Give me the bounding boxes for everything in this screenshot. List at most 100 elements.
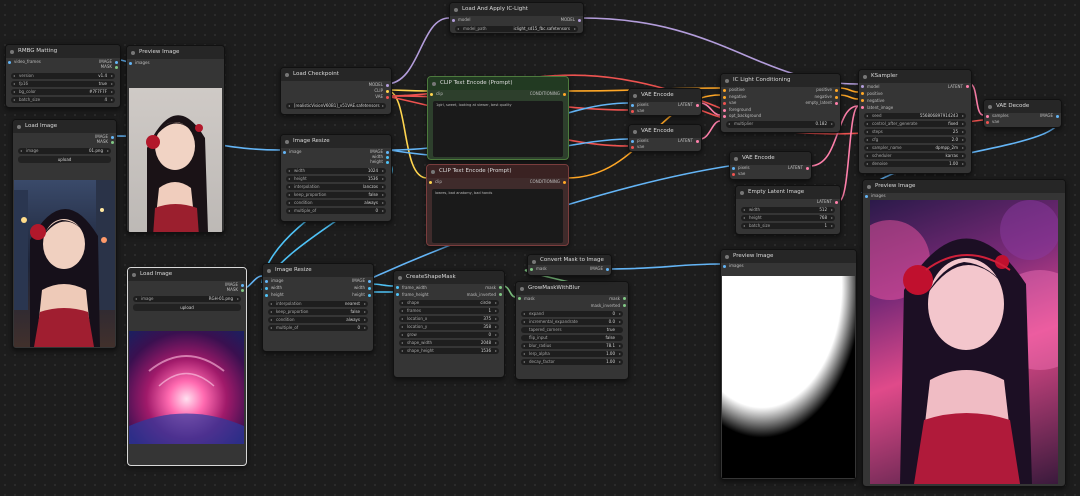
upload-button[interactable]: upload (18, 155, 111, 163)
node-clip-text-encode-positive[interactable]: CLIP Text Encode (Prompt) clip CONDITION… (427, 76, 569, 160)
input-socket[interactable] (723, 95, 726, 99)
widget-batch-size[interactable]: batch_size 1 (741, 222, 835, 229)
node-empty-latent-image[interactable]: Empty Latent Image LATENT width 512 heigh… (735, 185, 841, 235)
output-socket[interactable] (623, 304, 626, 307)
input-socket[interactable] (129, 61, 132, 65)
node-load-checkpoint[interactable]: Load Checkpoint MODEL CLIP VAE [realisti… (280, 67, 392, 115)
node-vae-encode-1[interactable]: VAE Encode pixels LATENT vae (628, 88, 702, 116)
node-image-resize[interactable]: Image Resize image IMAGE width height wi… (280, 134, 392, 222)
node-create-shape-mask[interactable]: CreateShapeMask frame_width mask frame_he… (393, 270, 505, 378)
widget-interpolation[interactable]: interpolation lanczos (286, 183, 386, 190)
widget-location-y[interactable]: location_y 358 (399, 323, 499, 330)
output-socket[interactable] (806, 166, 809, 170)
input-socket[interactable] (861, 92, 864, 95)
widget-height[interactable]: height 1536 (286, 175, 386, 182)
widget-cfg[interactable]: cfg 2.0 (864, 136, 966, 143)
widget-grow[interactable]: grow 0 (399, 331, 499, 338)
widget-width[interactable]: width 512 (741, 206, 835, 213)
output-socket[interactable] (563, 92, 566, 96)
widget-tapered-corners[interactable]: tapered_corners true (521, 326, 623, 333)
input-socket[interactable] (452, 18, 455, 22)
upload-button[interactable]: upload (133, 303, 241, 311)
input-socket[interactable] (530, 267, 533, 271)
output-socket[interactable] (835, 200, 838, 204)
output-socket[interactable] (111, 140, 114, 144)
node-preview-image-mask[interactable]: Preview Image images (720, 249, 857, 480)
widget-multiple-of[interactable]: multiple_of 0 (286, 207, 386, 214)
widget-flip-input[interactable]: flip_input false (521, 334, 623, 341)
input-socket[interactable] (723, 108, 726, 112)
input-socket[interactable] (865, 194, 868, 198)
output-socket[interactable] (368, 293, 371, 297)
input-socket[interactable] (631, 145, 634, 149)
widget-decay-factor[interactable]: decay_factor 1.00 (521, 358, 623, 365)
node-ic-light-conditioning[interactable]: IC Light Conditioning positive positive n… (720, 73, 841, 133)
widget-fp16[interactable]: fp16 true (11, 80, 115, 87)
output-socket[interactable] (499, 286, 502, 289)
input-socket[interactable] (723, 102, 726, 105)
input-socket[interactable] (861, 85, 864, 88)
output-socket[interactable] (835, 89, 838, 92)
input-socket[interactable] (430, 92, 433, 96)
input-socket[interactable] (518, 297, 521, 300)
output-socket[interactable] (241, 288, 244, 292)
input-socket[interactable] (631, 139, 634, 143)
node-convert-mask-to-image[interactable]: Convert Mask to Image mask IMAGE (527, 254, 612, 276)
input-socket[interactable] (861, 106, 864, 109)
input-socket[interactable] (396, 293, 399, 296)
input-socket[interactable] (631, 109, 634, 113)
widget-condition[interactable]: condition always (286, 199, 386, 206)
output-socket[interactable] (623, 297, 626, 300)
widget-multiple-of[interactable]: multiple_of 0 (268, 324, 368, 331)
widget-image[interactable]: image01.png (18, 147, 111, 154)
input-socket[interactable] (631, 103, 634, 107)
node-vae-encode-2[interactable]: VAE Encode pixels LATENT vae (628, 124, 702, 152)
widget-blur-radius[interactable]: blur_radius 78.1 (521, 342, 623, 349)
input-socket[interactable] (429, 180, 432, 184)
output-socket[interactable] (578, 18, 581, 22)
widget-height[interactable]: height 768 (741, 214, 835, 221)
node-rmbg-matting[interactable]: RMBG Matting video_frames IMAGE MASK ver… (5, 44, 121, 108)
input-socket[interactable] (732, 166, 735, 170)
input-socket[interactable] (265, 286, 268, 290)
widget-control-after-generate[interactable]: control_after_generate fixed (864, 120, 966, 127)
input-socket[interactable] (265, 293, 268, 297)
output-socket[interactable] (368, 279, 371, 283)
widget-version[interactable]: version v1.4 (11, 72, 115, 79)
widget-lerp-alpha[interactable]: lerp_alpha 1.00 (521, 350, 623, 357)
node-vae-decode[interactable]: VAE Decode samples IMAGE vae (983, 99, 1062, 128)
prompt-textarea[interactable]: lowres, bad anatomy, bad hands (432, 189, 563, 243)
output-socket[interactable] (966, 85, 969, 88)
widget-steps[interactable]: steps 25 (864, 128, 966, 135)
widget-sampler-name[interactable]: sampler_name dpmpp_2m (864, 144, 966, 151)
widget-shape[interactable]: shape circle (399, 299, 499, 306)
node-load-image-2[interactable]: Load Image IMAGE MASK imageRGH-01.png up… (127, 267, 247, 466)
output-socket[interactable] (696, 103, 699, 107)
widget-denoise[interactable]: denoise 1.00 (864, 160, 966, 167)
node-load-apply-iclight[interactable]: Load And Apply IC-Light model MODEL mode… (449, 2, 584, 34)
widget-incremental-expandrate[interactable]: incremental_expandrate 0.0 (521, 318, 623, 325)
input-socket[interactable] (723, 264, 726, 268)
output-socket[interactable] (696, 139, 699, 143)
input-socket[interactable] (723, 115, 726, 118)
node-vae-encode-3[interactable]: VAE Encode pixels LATENT vae (729, 151, 812, 180)
widget-frames[interactable]: frames 1 (399, 307, 499, 314)
widget-width[interactable]: width 1024 (286, 167, 386, 174)
widget-keep-proportion[interactable]: keep_proportion false (268, 308, 368, 315)
output-socket[interactable] (386, 95, 389, 99)
widget-expand[interactable]: expand 0 (521, 310, 623, 317)
widget-shape-height[interactable]: shape_height 1536 (399, 347, 499, 354)
node-ksampler[interactable]: KSampler model LATENT positive negative l… (858, 69, 972, 174)
input-socket[interactable] (986, 114, 989, 118)
node-clip-text-encode-negative[interactable]: CLIP Text Encode (Prompt) clip CONDITION… (426, 164, 569, 246)
output-socket[interactable] (563, 180, 566, 184)
output-socket[interactable] (115, 65, 118, 69)
widget-condition[interactable]: condition always (268, 316, 368, 323)
input-socket[interactable] (723, 89, 726, 92)
output-socket[interactable] (835, 95, 838, 99)
widget-interpolation[interactable]: interpolation nearest (268, 300, 368, 307)
widget-image[interactable]: imageRGH-01.png (133, 295, 241, 302)
widget-seed[interactable]: seed 556806897914243 (864, 112, 966, 119)
input-socket[interactable] (861, 99, 864, 102)
node-preview-image-main[interactable]: Preview Image images (862, 179, 1066, 487)
